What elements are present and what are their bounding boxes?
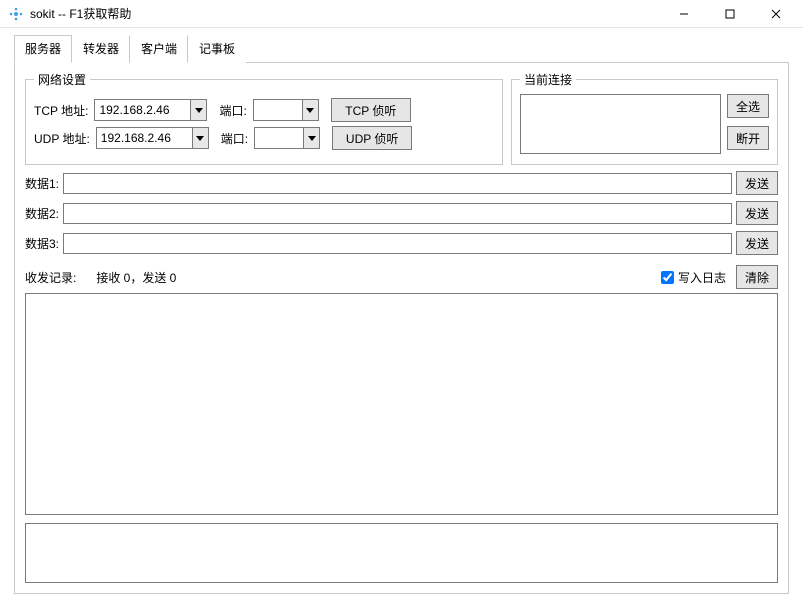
title-bar: sokit -- F1获取帮助	[0, 0, 803, 28]
send3-button[interactable]: 发送	[736, 231, 778, 255]
current-connection-group: 当前连接 全选 断开	[511, 71, 778, 165]
udp-addr-label: UDP 地址:	[34, 130, 90, 147]
tab-forwarder[interactable]: 转发器	[72, 35, 130, 63]
data3-label: 数据3:	[25, 235, 59, 252]
data2-input[interactable]	[63, 203, 732, 224]
write-log-label: 写入日志	[678, 269, 726, 286]
tcp-listen-button[interactable]: TCP 侦听	[331, 98, 411, 122]
udp-port-label: 端口:	[221, 130, 248, 147]
data1-label: 数据1:	[25, 175, 59, 192]
network-settings-group: 网络设置 TCP 地址: 端口: TCP 侦听 UDP 地址:	[25, 71, 503, 165]
content-panel: 网络设置 TCP 地址: 端口: TCP 侦听 UDP 地址:	[14, 62, 789, 594]
maximize-button[interactable]	[707, 0, 753, 28]
chevron-down-icon[interactable]	[192, 128, 208, 148]
send1-button[interactable]: 发送	[736, 171, 778, 195]
udp-addr-combo[interactable]	[96, 127, 209, 149]
network-settings-legend: 网络设置	[34, 71, 90, 88]
udp-port-input[interactable]	[255, 128, 303, 148]
udp-addr-input[interactable]	[97, 128, 192, 148]
connection-list[interactable]	[520, 94, 721, 154]
minimize-button[interactable]	[661, 0, 707, 28]
disconnect-button[interactable]: 断开	[727, 126, 769, 150]
current-connection-legend: 当前连接	[520, 71, 576, 88]
tcp-port-label: 端口:	[219, 102, 246, 119]
chevron-down-icon[interactable]	[190, 100, 206, 120]
select-all-button[interactable]: 全选	[727, 94, 769, 118]
record-stats: 接收 0，发送 0	[96, 269, 176, 286]
tcp-port-input[interactable]	[254, 100, 302, 120]
tab-notepad[interactable]: 记事板	[188, 35, 246, 63]
send2-button[interactable]: 发送	[736, 201, 778, 225]
log-textarea[interactable]	[25, 293, 778, 515]
close-button[interactable]	[753, 0, 799, 28]
udp-listen-button[interactable]: UDP 侦听	[332, 126, 412, 150]
data1-input[interactable]	[63, 173, 732, 194]
tab-server[interactable]: 服务器	[14, 35, 72, 63]
tab-bar: 服务器 转发器 客户端 记事板	[0, 28, 803, 62]
app-icon	[8, 6, 24, 22]
write-log-checkbox-wrap[interactable]: 写入日志	[661, 269, 726, 286]
record-label: 收发记录:	[25, 269, 76, 286]
bottom-textarea[interactable]	[25, 523, 778, 583]
clear-button[interactable]: 清除	[736, 265, 778, 289]
window-title: sokit -- F1获取帮助	[30, 5, 661, 22]
tcp-addr-input[interactable]	[95, 100, 190, 120]
write-log-checkbox[interactable]	[661, 271, 674, 284]
tcp-port-combo[interactable]	[253, 99, 319, 121]
data3-input[interactable]	[63, 233, 732, 254]
tcp-addr-label: TCP 地址:	[34, 102, 88, 119]
data2-label: 数据2:	[25, 205, 59, 222]
tab-client[interactable]: 客户端	[130, 35, 188, 63]
udp-port-combo[interactable]	[254, 127, 320, 149]
tcp-addr-combo[interactable]	[94, 99, 207, 121]
chevron-down-icon[interactable]	[303, 128, 319, 148]
chevron-down-icon[interactable]	[302, 100, 318, 120]
